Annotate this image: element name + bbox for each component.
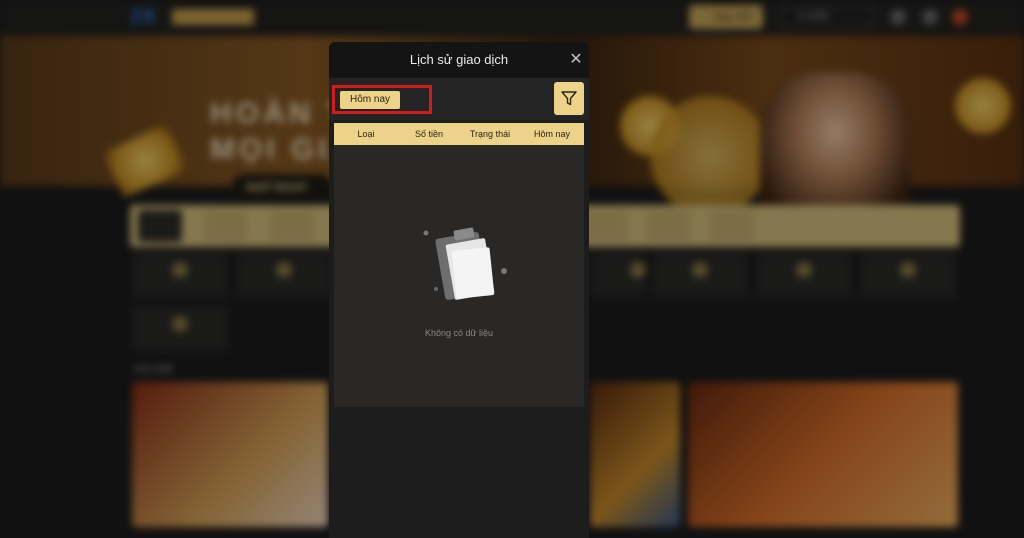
column-header-status: Trạng thái bbox=[469, 129, 511, 139]
column-header-date: Hôm nay bbox=[533, 129, 570, 139]
modal-title: Lịch sử giao dịch bbox=[409, 52, 509, 67]
empty-state-text: Không có dữ liệu bbox=[424, 328, 494, 338]
column-header-type: Loại bbox=[357, 129, 375, 139]
table-header: Loại Số tiền Trạng thái Hôm nay bbox=[334, 123, 584, 145]
funnel-icon bbox=[561, 91, 577, 106]
filter-button[interactable] bbox=[554, 82, 584, 115]
clipboard-icon bbox=[423, 227, 507, 300]
column-header-amount: Số tiền bbox=[414, 129, 444, 139]
highlight-annotation bbox=[332, 85, 432, 114]
modal-header: Lịch sử giao dịch ✕ bbox=[329, 42, 589, 78]
transaction-history-modal: Lịch sử giao dịch ✕ Hôm nay Loại Số tiền… bbox=[329, 42, 589, 538]
transaction-table: Loại Số tiền Trạng thái Hôm nay Không có… bbox=[334, 123, 584, 407]
close-icon[interactable]: ✕ bbox=[569, 52, 583, 68]
